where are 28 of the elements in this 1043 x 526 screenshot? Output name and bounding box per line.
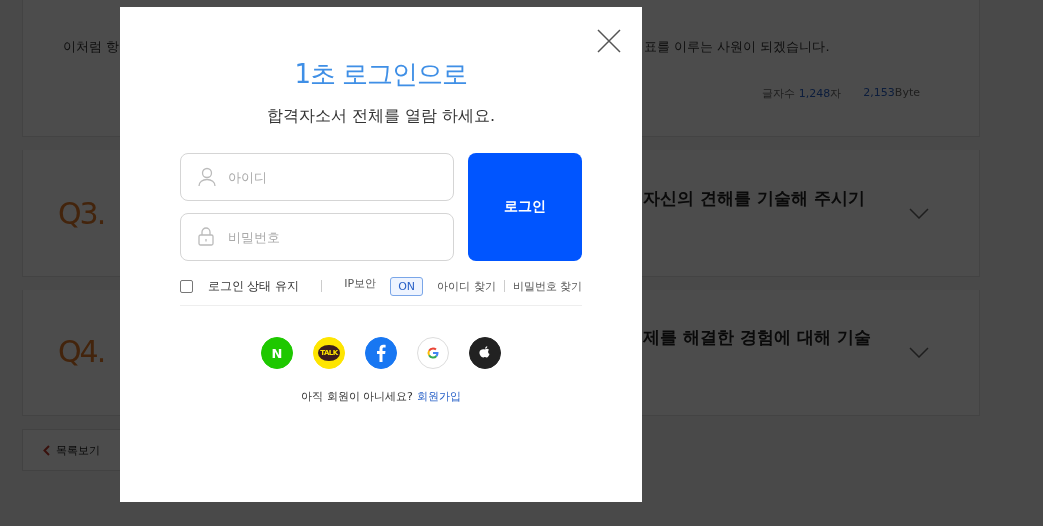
user-icon	[198, 167, 216, 187]
modal-title: 1초 로그인으로	[294, 58, 468, 91]
find-account-link[interactable]: 비밀번호 찾기	[512, 278, 582, 294]
google-icon	[426, 346, 440, 360]
keep-login-label: 로그인 상태 유지	[207, 277, 300, 295]
question-title: 제를 해결한 경험에 대해 기술	[643, 326, 871, 349]
close-button[interactable]	[597, 29, 621, 53]
keep-login-checkbox[interactable]	[180, 279, 193, 293]
answer-text: 이처럼 항	[63, 38, 120, 56]
ip-security-label: IP보안	[344, 275, 377, 291]
find-account-link[interactable]: 아이디 찾기	[437, 278, 496, 294]
apple-login-button[interactable]	[469, 337, 501, 369]
facebook-login-button[interactable]	[365, 337, 397, 369]
signup-prompt: 아직 회원이 아니세요?	[301, 389, 413, 404]
question-number: Q3.	[58, 195, 105, 231]
facebook-icon	[376, 344, 386, 362]
google-login-button[interactable]	[417, 337, 449, 369]
naver-text: N	[271, 345, 283, 361]
question-number: Q4.	[58, 334, 105, 369]
password-field[interactable]: 비밀번호	[180, 213, 454, 261]
modal-subtitle: 합격자소서 전체를 열람 하세요.	[266, 106, 496, 127]
answer-text: 표를 이루는 사원이 되겠습니다.	[644, 38, 830, 56]
question-title: 자신의 견해를 기술해 주시기	[643, 186, 865, 210]
login-button[interactable]: 로그인	[468, 153, 582, 261]
lock-icon	[198, 227, 214, 246]
signup-link[interactable]: 회원가입	[416, 389, 461, 404]
id-field[interactable]: 아이디	[180, 153, 454, 201]
ip-security-toggle[interactable]: ON	[390, 276, 424, 296]
